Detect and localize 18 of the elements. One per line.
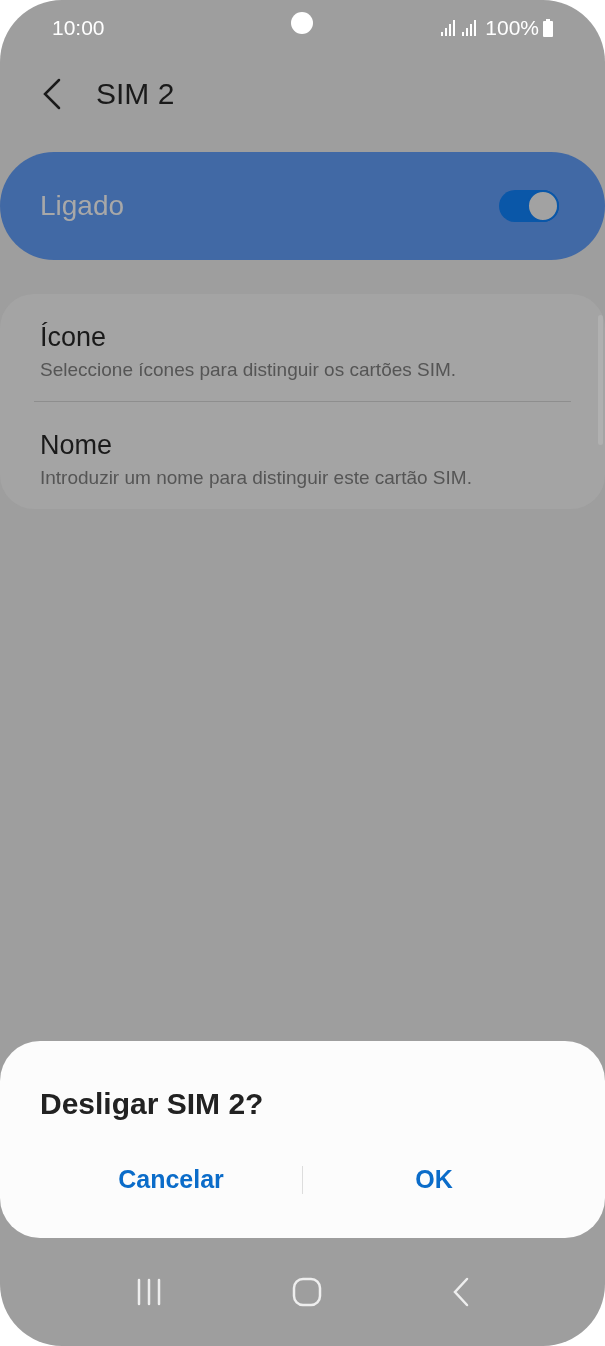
toggle-switch[interactable] (499, 190, 559, 222)
item-title: Nome (40, 430, 114, 461)
status-time: 10:00 (52, 16, 105, 40)
settings-item[interactable]: Ícone Seleccione ícones para distinguir os cartões SIM. (34, 294, 571, 401)
item-subtitle: Introduzir um nome para distinguir este cartão SIM. (40, 467, 473, 489)
back-icon[interactable] (42, 78, 62, 110)
item-title: Ícone (40, 322, 108, 353)
dialog-title: Desligar SIM 2? (40, 1087, 265, 1121)
item-subtitle: Seleccione ícones para distinguir os cartões SIM. (40, 359, 458, 381)
camera-icon (291, 12, 313, 34)
settings-item[interactable]: Nome Introduzir um nome para distinguir este cartão SIM. (34, 402, 571, 509)
dialog-button[interactable]: Cancelar (40, 1161, 302, 1198)
battery-icon (543, 19, 553, 37)
switch-label: Ligado (40, 190, 125, 222)
home-icon[interactable] (292, 1277, 323, 1307)
page-title: SIM 2 (96, 77, 175, 111)
dialog-button[interactable]: OK (303, 1161, 565, 1198)
battery-percent: 100% (485, 16, 539, 40)
